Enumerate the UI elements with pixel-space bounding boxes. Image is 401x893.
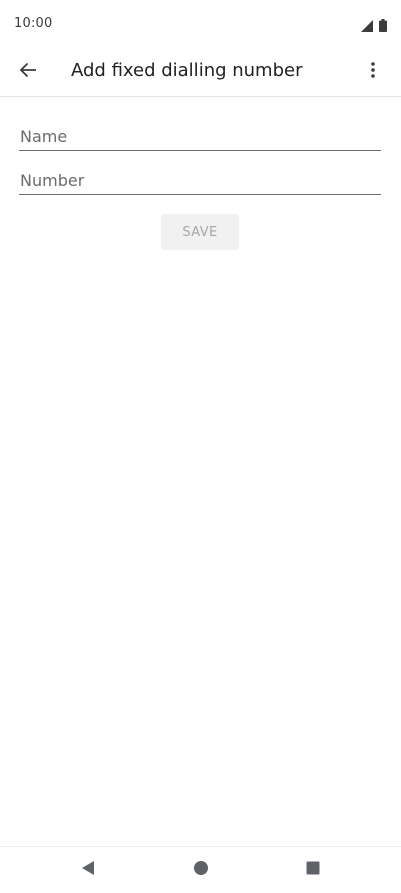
more-vert-icon [371, 61, 375, 83]
page-title: Add fixed dialling number [71, 60, 303, 81]
status-icons [361, 17, 387, 36]
name-field [19, 124, 383, 151]
number-field [19, 168, 383, 195]
nav-recents-button[interactable] [301, 858, 325, 882]
name-input[interactable] [19, 124, 383, 148]
nav-home-icon [193, 860, 209, 880]
nav-back-button[interactable] [76, 858, 100, 882]
navigation-bar [0, 846, 401, 893]
nav-back-icon [80, 860, 96, 880]
save-button[interactable]: SAVE [161, 214, 239, 250]
nav-recents-icon [305, 860, 321, 880]
app-bar: Add fixed dialling number [0, 48, 401, 97]
status-bar: 10:00 [0, 0, 401, 48]
number-input[interactable] [19, 168, 383, 192]
battery-icon [379, 17, 387, 36]
status-time: 10:00 [14, 16, 53, 31]
nav-home-button[interactable] [189, 858, 213, 882]
arrow-back-icon [19, 61, 37, 83]
signal-icon [361, 17, 373, 36]
back-button[interactable] [12, 56, 44, 88]
more-options-button[interactable] [359, 56, 387, 88]
